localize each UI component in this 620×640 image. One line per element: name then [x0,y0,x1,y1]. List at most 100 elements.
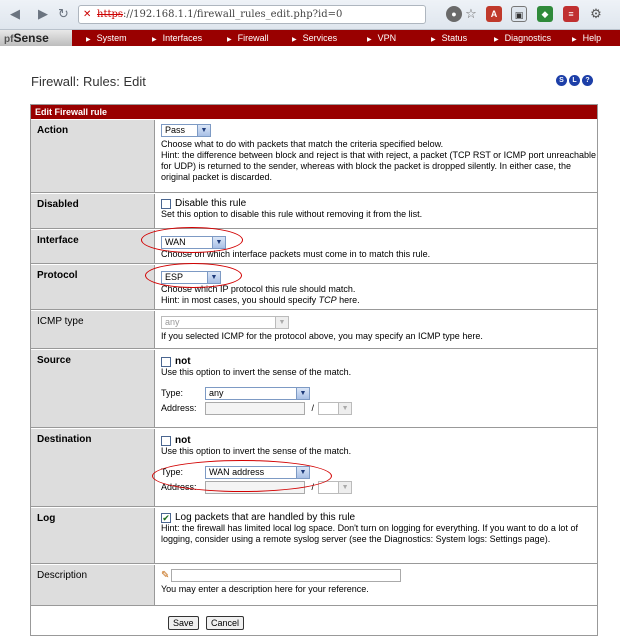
icmp-type-description: If you selected ICMP for the protocol ab… [161,331,483,341]
chevron-down-icon: ▼ [338,403,352,414]
save-button[interactable]: Save [168,616,199,630]
disabled-description: Set this option to disable this rule wit… [161,209,423,219]
address-bar[interactable]: ✕ https://192.168.1.1/firewall_rules_edit… [78,5,426,24]
menu-services[interactable]: ▶ Services [292,30,337,46]
row-protocol: Protocol ESP ▼ Choose which IP protocol t… [31,265,597,310]
reload-icon[interactable]: ↻ [58,6,69,22]
url-text: ://192.168.1.1/firewall_rules_edit.php?i… [123,9,343,20]
source-label: Source [31,350,155,427]
row-interface: Interface WAN ▼ Choose on which interface… [31,230,597,264]
url-scheme: https [97,9,124,20]
log-label: Log [31,508,155,563]
action-description: Choose what to do with packets that matc… [161,139,444,149]
destination-not-checkbox[interactable] [161,435,171,446]
source-type-label: Type: [161,387,184,398]
source-not-checkbox[interactable] [161,356,171,367]
extension-circle-icon[interactable]: ● [446,6,462,22]
menu-arrow-icon: ▶ [227,37,232,43]
destination-type-select[interactable]: WAN address ▼ [205,466,310,479]
menu-arrow-icon: ▶ [86,37,91,43]
log-checkbox[interactable]: ✔ [161,512,171,523]
pfsense-logo[interactable]: pfSense [0,30,72,46]
destination-mask-select[interactable]: ▼ [318,481,353,494]
source-address-input[interactable] [205,402,305,415]
description-label: Description [31,565,155,605]
disable-rule-checkbox[interactable] [161,198,171,209]
menu-firewall[interactable]: ▶ Firewall [227,30,269,46]
destination-address-input[interactable] [205,481,305,494]
source-mask-select[interactable]: ▼ [318,402,353,415]
browser-toolbar: ◀ ▶ ↻ ✕ https://192.168.1.1/firewall_rule… [0,0,620,30]
action-label: Action [31,120,155,192]
log-description: Hint: the firewall has limited local log… [161,523,578,544]
interface-select[interactable]: WAN ▼ [161,236,226,249]
extension-window-icon[interactable]: ▣ [511,6,527,22]
protocol-hint: Hint: in most cases, you should specify … [161,295,360,305]
action-select[interactable]: Pass ▼ [161,124,211,137]
chevron-down-icon: ▼ [338,482,352,493]
menu-arrow-icon: ▶ [152,37,157,43]
pencil-icon: ✎ [161,569,170,581]
menu-system[interactable]: ▶ System [86,30,127,46]
row-destination: Destination not Use this option to inver… [31,429,597,507]
disable-rule-label: Disable this rule [175,198,247,209]
page-help-icons: S L? [556,74,595,86]
protocol-select[interactable]: ESP ▼ [161,271,221,284]
extension-bars-icon[interactable]: ≡ [563,6,579,22]
source-address-label: Address: [161,402,197,413]
row-description: Description ✎ You may enter a descriptio… [31,565,597,606]
destination-not-label: not [175,435,191,446]
page-title: Firewall: Rules: Edit [31,74,146,89]
menu-diagnostics[interactable]: ▶ Diagnostics [494,30,551,46]
chevron-down-icon: ▼ [296,467,309,478]
row-log: Log ✔ Log packets that are handled by thi… [31,508,597,564]
log-checkbox-label: Log packets that are handled by this rul… [175,512,356,523]
chevron-down-icon: ▼ [207,272,220,283]
interface-label: Interface [31,230,155,263]
destination-type-label: Type: [161,466,184,477]
row-action: Action Pass ▼ Choose what to do with pack… [31,120,597,193]
row-source: Source not Use this option to invert the… [31,350,597,428]
disabled-label: Disabled [31,194,155,228]
menu-vpn[interactable]: ▶ VPN [367,30,396,46]
menu-arrow-icon: ▶ [431,37,436,43]
chevron-down-icon: ▼ [197,125,210,136]
icmp-type-select[interactable]: any ▼ [161,316,289,329]
extension-green-icon[interactable]: ◆ [537,6,553,22]
chevron-down-icon: ▼ [212,237,225,248]
help-icon[interactable]: ? [582,75,593,86]
bookmark-star-icon[interactable]: ☆ [463,6,479,22]
menu-arrow-icon: ▶ [292,37,297,43]
menu-status[interactable]: ▶ Status [431,30,467,46]
protocol-label: Protocol [31,265,155,309]
logo-text: Sense [13,31,49,45]
destination-address-label: Address: [161,481,197,492]
main-menu-bar: pfSense ▶ System ▶ Interfaces ▶ Firewall ▶ S… [0,30,620,46]
row-icmp-type: ICMP type any ▼ If you selected ICMP for … [31,311,597,349]
settings-gear-icon[interactable]: ⚙ [588,6,604,22]
interface-description: Choose on which interface packets must c… [161,249,431,259]
description-input[interactable] [171,569,402,582]
menu-arrow-icon: ▶ [572,37,577,43]
row-disabled: Disabled Disable this rule Set this opti… [31,194,597,229]
back-icon[interactable]: ◀ [10,6,20,22]
status-shortcut-icon[interactable]: S [556,75,567,86]
destination-label: Destination [31,429,155,506]
source-not-label: not [175,356,191,367]
extension-red-icon[interactable]: A [486,6,502,22]
source-type-select[interactable]: any ▼ [205,387,310,400]
edit-rule-form: Edit Firewall rule Action Pass ▼ Choose w… [30,104,598,636]
menu-arrow-icon: ▶ [367,37,372,43]
menu-interfaces[interactable]: ▶ Interfaces [152,30,202,46]
form-header: Edit Firewall rule [31,105,597,119]
chevron-down-icon: ▼ [275,317,288,328]
forward-icon[interactable]: ▶ [38,6,48,22]
destination-description: Use this option to invert the sense of t… [161,446,352,456]
destination-mask-slash: / [311,481,315,492]
source-description: Use this option to invert the sense of t… [161,367,352,377]
cancel-button[interactable]: Cancel [206,616,245,630]
action-hint: Hint: the difference between block and r… [161,150,597,182]
icmp-type-label: ICMP type [31,311,155,348]
log-shortcut-icon[interactable]: L [569,75,580,86]
menu-help[interactable]: ▶ Help [572,30,601,46]
